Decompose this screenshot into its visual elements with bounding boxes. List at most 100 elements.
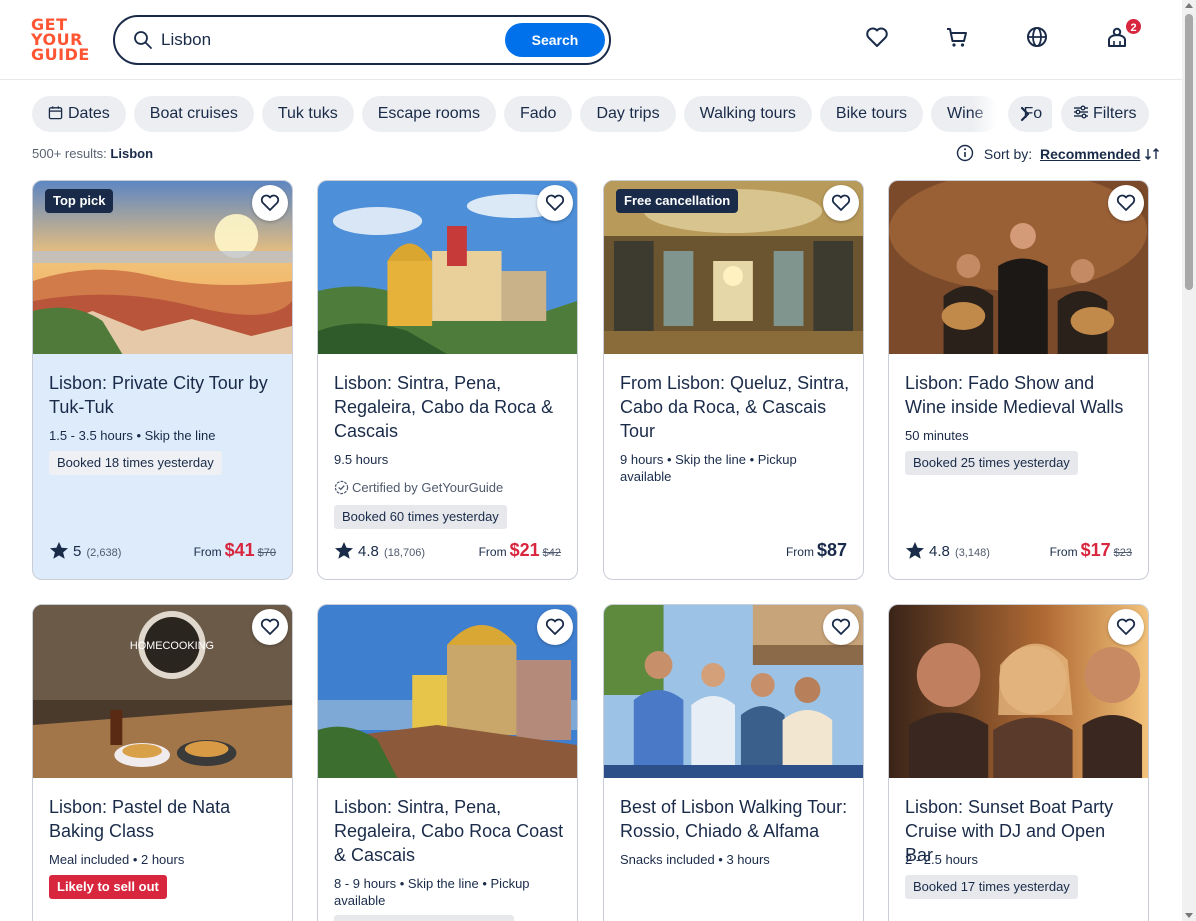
activity-duration: 2 - 2.5 hours: [905, 852, 978, 867]
chip-dates[interactable]: Dates: [32, 96, 126, 132]
price-from-label: From: [478, 545, 507, 559]
activity-card[interactable]: Lisbon: Sunset Boat Party Cruise with DJ…: [888, 604, 1149, 921]
rating: 4.8 (3,148): [905, 541, 990, 560]
chip-boat-cruises[interactable]: Boat cruises: [133, 96, 254, 132]
activity-title[interactable]: Lisbon: Sintra, Pena, Regaleira, Cabo da…: [334, 371, 566, 443]
cart-icon[interactable]: [944, 24, 970, 50]
page-scrollbar[interactable]: [1182, 0, 1196, 921]
heart-icon: [545, 194, 565, 211]
old-price: $42: [542, 547, 561, 559]
results-query: Lisbon: [110, 146, 154, 161]
activity-card[interactable]: Free cancellation From Lisbon: Queluz, S…: [603, 180, 864, 580]
filters-button[interactable]: Filters: [1061, 96, 1149, 132]
search-button[interactable]: Search: [505, 23, 605, 57]
activity-title[interactable]: Best of Lisbon Walking Tour: Rossio, Chi…: [620, 795, 852, 843]
star-icon: [335, 542, 353, 559]
wishlist-heart-icon[interactable]: [864, 24, 890, 50]
sort-arrows-icon[interactable]: [1144, 146, 1160, 162]
review-count: (3,148): [955, 547, 990, 559]
add-to-wishlist-button[interactable]: [823, 609, 859, 645]
add-to-wishlist-button[interactable]: [823, 185, 859, 221]
activity-card[interactable]: HOMECOOKING Lisbon: Pastel de Nata Bakin…: [32, 604, 293, 921]
chip-fado[interactable]: Fado: [503, 96, 573, 132]
certified-label: Certified by GetYourGuide: [334, 480, 503, 495]
calendar-icon: [48, 106, 63, 120]
activity-duration: 9.5 hours: [334, 452, 389, 467]
homecooking-sign-text: HOMECOOKING: [130, 640, 214, 652]
booked-badge: [334, 915, 514, 921]
price-from-label: From: [1049, 545, 1078, 559]
activity-card[interactable]: Top pick Lisbon: Private City Tour by Tu…: [32, 180, 293, 580]
add-to-wishlist-button[interactable]: [537, 609, 573, 645]
add-to-wishlist-button[interactable]: [252, 609, 288, 645]
top-pick-badge: Top pick: [45, 189, 114, 213]
check-badge-icon: [334, 480, 349, 495]
free-cancellation-badge: Free cancellation: [616, 189, 739, 213]
activity-card[interactable]: Best of Lisbon Walking Tour: Rossio, Chi…: [603, 604, 864, 921]
chip-tuk-tuks[interactable]: Tuk tuks: [261, 96, 354, 132]
rating: 4.8 (18,706): [334, 541, 425, 560]
price-from-label: From: [785, 545, 814, 559]
activity-title[interactable]: Lisbon: Fado Show and Wine inside Mediev…: [905, 371, 1137, 419]
chip-bike-tours[interactable]: Bike tours: [819, 96, 924, 132]
rating-value: 4.8: [358, 543, 379, 560]
price-amount: $21: [509, 540, 540, 560]
chip-walking-tours[interactable]: Walking tours: [683, 96, 812, 132]
price: From $87: [786, 540, 847, 561]
scrollbar-thumb[interactable]: [1185, 14, 1193, 290]
search-bar: Search: [113, 15, 611, 65]
chip-day-trips[interactable]: Day trips: [580, 96, 676, 132]
price-amount: $87: [816, 540, 847, 560]
activity-title[interactable]: Lisbon: Pastel de Nata Baking Class: [49, 795, 281, 843]
add-to-wishlist-button[interactable]: [1108, 185, 1144, 221]
certified-text: Certified by GetYourGuide: [352, 480, 504, 495]
logo-line-3: GUIDE: [31, 45, 90, 64]
likely-to-sell-out-badge: Likely to sell out: [49, 875, 167, 899]
add-to-wishlist-button[interactable]: [1108, 609, 1144, 645]
activity-card[interactable]: Lisbon: Fado Show and Wine inside Mediev…: [888, 180, 1149, 580]
price: From $21 $42: [479, 540, 561, 561]
info-icon[interactable]: [956, 144, 974, 162]
chip-escape-rooms[interactable]: Escape rooms: [361, 96, 496, 132]
star-icon: [906, 542, 924, 559]
heart-icon: [831, 618, 851, 635]
activity-title[interactable]: Lisbon: Sintra, Pena, Regaleira, Cabo Ro…: [334, 795, 566, 867]
heart-icon: [260, 194, 280, 211]
getyourguide-logo[interactable]: GET YOUR GUIDE: [31, 17, 91, 63]
booked-badge: Booked 18 times yesterday: [49, 451, 222, 475]
search-input[interactable]: [161, 27, 491, 53]
rating-value: 4.8: [929, 543, 950, 560]
activity-duration: 1.5 - 3.5 hours • Skip the line: [49, 428, 216, 443]
rating: 5 (2,638): [49, 541, 121, 560]
add-to-wishlist-button[interactable]: [252, 185, 288, 221]
scroll-up-arrow-icon[interactable]: [1185, 3, 1193, 8]
booked-badge: Booked 60 times yesterday: [334, 505, 507, 529]
activity-card[interactable]: Lisbon: Sintra, Pena, Regaleira, Cabo da…: [317, 180, 578, 580]
heart-icon: [1116, 194, 1136, 211]
booked-badge: Booked 25 times yesterday: [905, 451, 1078, 475]
sort-value[interactable]: Recommended: [1040, 146, 1140, 162]
chevron-right-icon[interactable]: [1012, 101, 1038, 127]
heart-icon: [545, 618, 565, 635]
sort-control[interactable]: Sort by: Recommended: [956, 144, 1160, 162]
cart-count-badge: 2: [1124, 17, 1143, 36]
chips-fade-overlay: [972, 96, 1008, 132]
star-icon: [50, 542, 68, 559]
sliders-icon: [1074, 105, 1088, 119]
rating-value: 5: [73, 543, 82, 560]
chip-label: Dates: [68, 105, 110, 122]
old-price: $70: [257, 547, 276, 559]
activity-title[interactable]: From Lisbon: Queluz, Sintra, Cabo da Roc…: [620, 371, 852, 443]
price: From $41 $70: [194, 540, 276, 561]
activity-duration: 50 minutes: [905, 428, 969, 443]
review-count: (2,638): [86, 547, 122, 559]
activity-card[interactable]: Lisbon: Sintra, Pena, Regaleira, Cabo Ro…: [317, 604, 578, 921]
add-to-wishlist-button[interactable]: [537, 185, 573, 221]
globe-language-icon[interactable]: [1024, 24, 1050, 50]
scroll-down-arrow-icon[interactable]: [1185, 913, 1193, 918]
category-chips: Dates Boat cruises Tuk tuks Escape rooms Fad…: [32, 96, 1052, 132]
site-header: GET YOUR GUIDE Search 2: [0, 0, 1182, 80]
activity-title[interactable]: Lisbon: Private City Tour by Tuk-Tuk: [49, 371, 281, 419]
activity-duration: 8 - 9 hours • Skip the line • Pickup ava…: [334, 876, 530, 908]
price-from-label: From: [193, 545, 222, 559]
